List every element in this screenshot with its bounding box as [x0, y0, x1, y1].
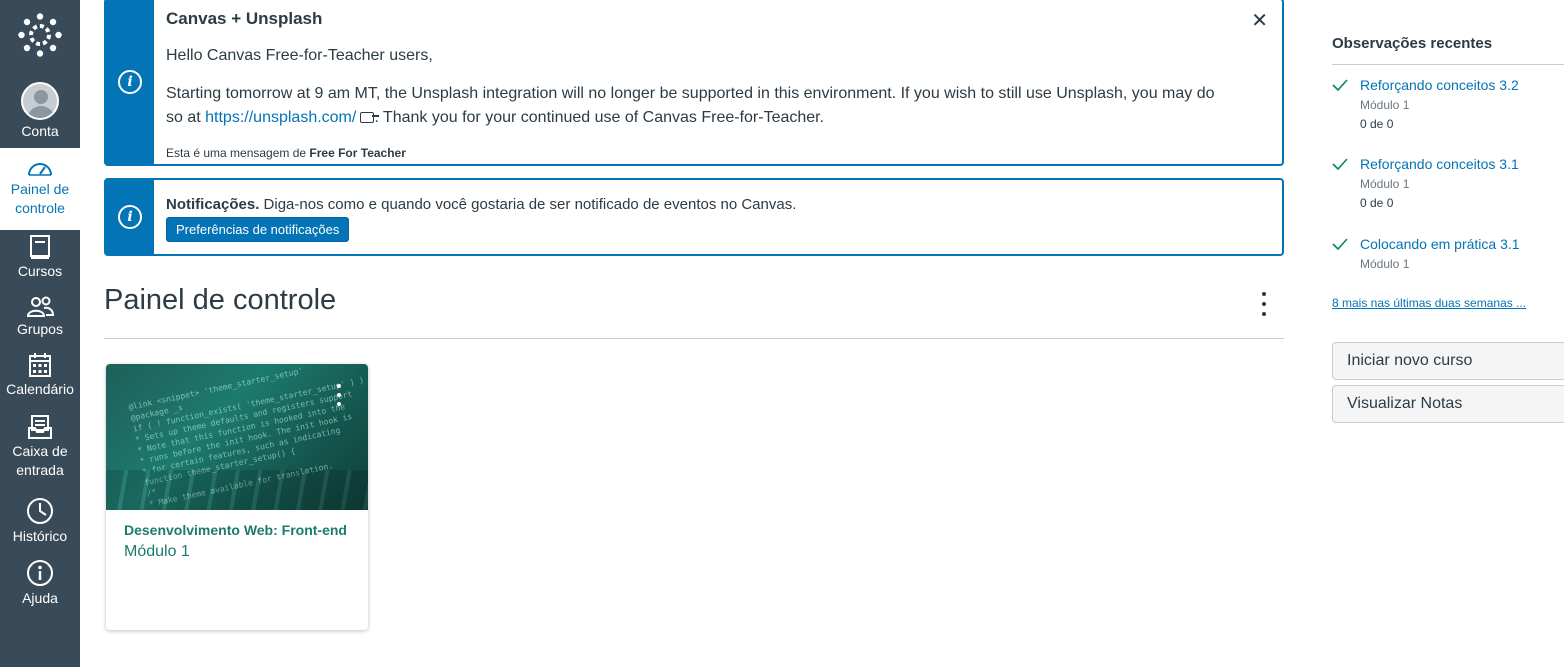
nav-help[interactable]: Ajuda: [0, 559, 80, 608]
info-icon: i: [118, 70, 142, 94]
feedback-item-module: Módulo 1: [1360, 98, 1410, 112]
inbox-icon: [27, 414, 53, 440]
info-help-icon: [26, 559, 54, 587]
feedback-item-module: Módulo 1: [1360, 257, 1410, 271]
feedback-item-title[interactable]: Colocando em prática 3.1: [1360, 236, 1520, 252]
checkmark-icon: [1332, 158, 1348, 170]
notification-preferences-button[interactable]: Preferências de notificações: [166, 217, 350, 242]
nav-calendar[interactable]: Calendário: [0, 352, 80, 399]
feedback-item-title[interactable]: Reforçando conceitos 3.1: [1360, 156, 1519, 172]
feedback-item: Colocando em prática 3.1 Módulo 1: [1332, 236, 1564, 276]
calendar-icon: [28, 352, 52, 378]
alert-side: i: [106, 0, 154, 164]
recent-feedback-heading: Observações recentes: [1332, 35, 1493, 52]
alert-side: i: [106, 180, 154, 254]
announcement-title: Canvas + Unsplash: [166, 9, 323, 28]
canvas-logo-icon[interactable]: [0, 0, 80, 70]
nav-inbox-label: Caixa de entrada: [12, 443, 68, 478]
more-feedback-link[interactable]: 8 mais nas últimas duas semanas ...: [1332, 296, 1526, 310]
nav-dashboard-label: Painel de controle: [10, 181, 70, 216]
feedback-item-module: Módulo 1: [1360, 177, 1410, 191]
nav-groups-label: Grupos: [17, 321, 63, 337]
course-card[interactable]: @link <snippet> 'theme_starter_setup' @p…: [106, 364, 368, 630]
message-prefix: Esta é uma mensagem de: [166, 146, 307, 160]
course-card-subtitle: Módulo 1: [124, 543, 190, 560]
nav-courses[interactable]: Cursos: [0, 234, 80, 281]
divider: [104, 338, 1284, 339]
nav-courses-label: Cursos: [17, 263, 63, 279]
external-link-icon: [360, 112, 380, 123]
feedback-item: Reforçando conceitos 3.1 Módulo 1 0 de 0: [1332, 156, 1564, 212]
book-icon: [29, 234, 51, 260]
announcement-body: Starting tomorrow at 9 am MT, the Unspla…: [166, 82, 1226, 130]
message-from: Free For Teacher: [309, 146, 406, 160]
nav-history-label: Histórico: [12, 528, 68, 544]
nav-history[interactable]: Histórico: [0, 497, 80, 546]
announcement-source: Esta é uma mensagem de Free For Teacher: [166, 146, 406, 160]
info-icon: i: [118, 205, 142, 229]
checkmark-icon: [1332, 238, 1348, 250]
nav-account-label: Conta: [21, 123, 59, 139]
nav-inbox[interactable]: Caixa de entrada: [0, 414, 80, 480]
checkmark-icon: [1332, 79, 1348, 91]
announcement-greeting: Hello Canvas Free-for-Teacher users,: [166, 47, 433, 64]
dashboard-options-icon[interactable]: [1260, 292, 1268, 316]
nav-help-label: Ajuda: [22, 590, 58, 606]
page-title: Painel de controle: [104, 284, 337, 316]
close-icon[interactable]: ✕: [1251, 8, 1268, 33]
notifications-text: Notificações. Diga-nos como e quando voc…: [166, 196, 1270, 213]
feedback-item-count: 0 de 0: [1360, 117, 1394, 131]
nav-dashboard[interactable]: Painel de controle: [0, 148, 80, 230]
feedback-item-title[interactable]: Reforçando conceitos 3.2: [1360, 77, 1519, 93]
nav-account[interactable]: Conta: [0, 82, 80, 141]
notifications-label: Notificações.: [166, 196, 260, 213]
notifications-content: Notificações. Diga-nos como e quando voc…: [154, 180, 1282, 254]
keyboard-background: [106, 470, 368, 510]
avatar: [21, 82, 59, 120]
groups-icon: [26, 296, 54, 318]
nav-groups[interactable]: Grupos: [0, 296, 80, 339]
right-sidebar: Observações recentes Reforçando conceito…: [1332, 0, 1564, 667]
course-card-image[interactable]: @link <snippet> 'theme_starter_setup' @p…: [106, 364, 368, 510]
course-card-options-icon[interactable]: [336, 384, 342, 406]
global-nav: Conta Painel de controle Cursos Grupos C…: [0, 0, 80, 667]
announcement-body-end: . Thank you for your continued use of Ca…: [374, 109, 825, 126]
nav-calendar-label: Calendário: [6, 381, 74, 397]
notifications-description: Diga-nos como e quando você gostaria de …: [263, 196, 797, 213]
course-card-title[interactable]: Desenvolvimento Web: Front-end: [124, 522, 350, 538]
notifications-alert: i Notificações. Diga-nos como e quando v…: [104, 178, 1284, 256]
sidebar-divider: [1332, 64, 1564, 65]
unsplash-link[interactable]: https://unsplash.com/: [205, 109, 356, 126]
feedback-item-count: 0 de 0: [1360, 196, 1394, 210]
announcement-content: Canvas + Unsplash Hello Canvas Free-for-…: [154, 0, 1282, 164]
dashboard-icon: [27, 158, 53, 178]
view-grades-button[interactable]: Visualizar Notas: [1332, 385, 1564, 423]
feedback-item: Reforçando conceitos 3.2 Módulo 1 0 de 0: [1332, 77, 1564, 133]
start-new-course-button[interactable]: Iniciar novo curso: [1332, 342, 1564, 380]
announcement-alert: i Canvas + Unsplash Hello Canvas Free-fo…: [104, 0, 1284, 166]
clock-icon: [26, 497, 54, 525]
main-content: i Canvas + Unsplash Hello Canvas Free-fo…: [80, 0, 1300, 667]
